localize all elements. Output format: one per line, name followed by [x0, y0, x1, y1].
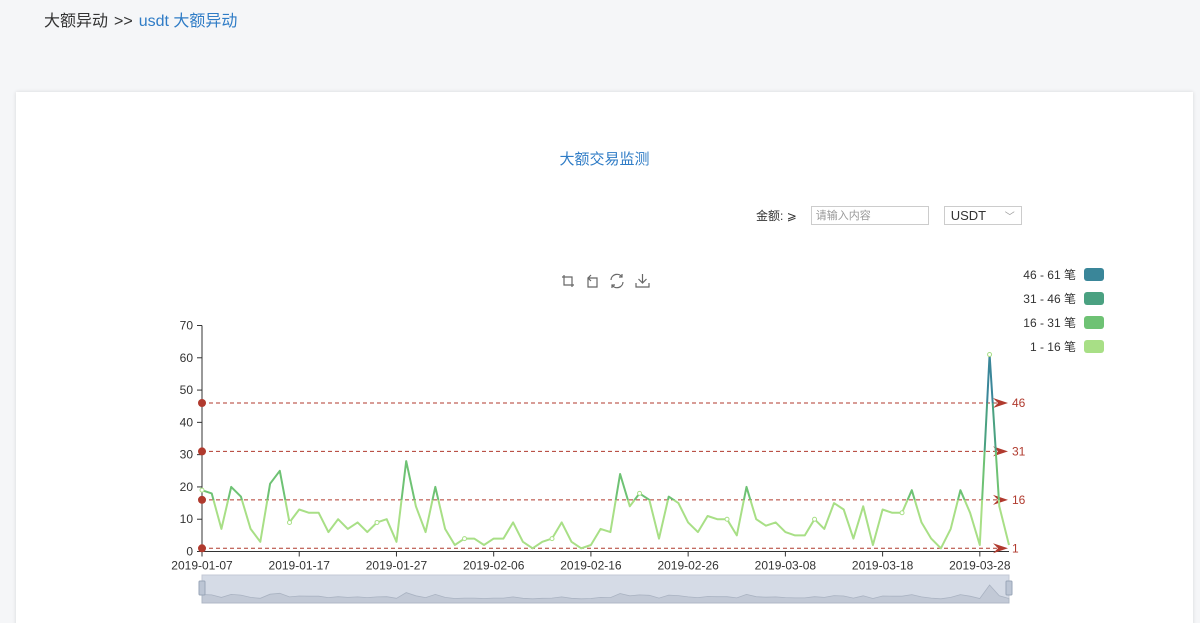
data-point [987, 352, 993, 358]
mark-line-label: 16 [1012, 493, 1026, 507]
y-tick-label: 0 [186, 545, 193, 559]
mark-line-start-dot [198, 447, 206, 456]
y-tick-label: 10 [180, 512, 194, 526]
mark-line-label: 31 [1012, 444, 1026, 458]
toolbox [561, 273, 650, 289]
legend-item-46-61[interactable]: 46 - 61 笔 [1012, 266, 1104, 282]
y-tick-label: 20 [180, 480, 194, 494]
x-tick-label: 2019-02-26 [657, 559, 719, 573]
legend-label: 46 - 61 笔 [1023, 267, 1076, 282]
data-zoom-handle-right[interactable] [1005, 580, 1013, 596]
data-point [637, 490, 643, 496]
legend-label: 1 - 16 笔 [1029, 339, 1076, 354]
legend-swatch [1084, 267, 1104, 281]
data-point [462, 536, 468, 542]
x-tick-label: 2019-02-06 [463, 559, 525, 573]
x-tick-label: 2019-03-08 [755, 559, 817, 573]
y-tick-label: 30 [180, 448, 194, 462]
data-zoom-handle-left[interactable] [198, 580, 206, 596]
y-tick-label: 40 [180, 415, 194, 429]
data-point [899, 510, 905, 516]
data-point [812, 516, 818, 522]
mark-line-start-dot [198, 544, 206, 553]
data-point [199, 487, 205, 493]
y-tick-label: 70 [180, 319, 194, 333]
x-tick-label: 2019-03-18 [852, 559, 914, 573]
data-point [549, 536, 555, 542]
zoom-reset-icon[interactable] [585, 274, 599, 288]
legend-swatch [1084, 315, 1104, 329]
restore-icon[interactable] [609, 273, 625, 289]
y-tick-label: 50 [180, 383, 194, 397]
mark-line-start-dot [198, 398, 206, 407]
legend-item-16-31[interactable]: 16 - 31 笔 [1012, 314, 1104, 330]
legend-label: 16 - 31 笔 [1023, 315, 1076, 330]
x-tick-label: 2019-02-16 [560, 559, 622, 573]
x-tick-label: 2019-01-07 [171, 559, 233, 573]
data-point [724, 516, 730, 522]
mark-line-label: 46 [1012, 396, 1026, 410]
legend-swatch [1084, 339, 1104, 353]
x-tick-label: 2019-01-27 [366, 559, 428, 573]
data-point [287, 519, 293, 525]
y-tick-label: 60 [180, 351, 194, 365]
mark-line-start-dot [198, 495, 206, 504]
visual-map-legend: 46 - 61 笔 31 - 46 笔 16 - 31 笔 1 - 16 笔 [1012, 266, 1104, 362]
download-icon[interactable] [635, 273, 650, 288]
legend-label: 31 - 46 笔 [1023, 291, 1076, 306]
mark-line-label: 1 [1012, 541, 1019, 555]
zoom-select-icon[interactable] [561, 274, 575, 288]
legend-item-31-46[interactable]: 31 - 46 笔 [1012, 290, 1104, 306]
x-tick-label: 2019-03-28 [949, 559, 1011, 573]
legend-swatch [1084, 291, 1104, 305]
data-point [374, 519, 380, 525]
legend-item-1-16[interactable]: 1 - 16 笔 [1012, 338, 1104, 354]
x-tick-label: 2019-01-17 [269, 559, 331, 573]
